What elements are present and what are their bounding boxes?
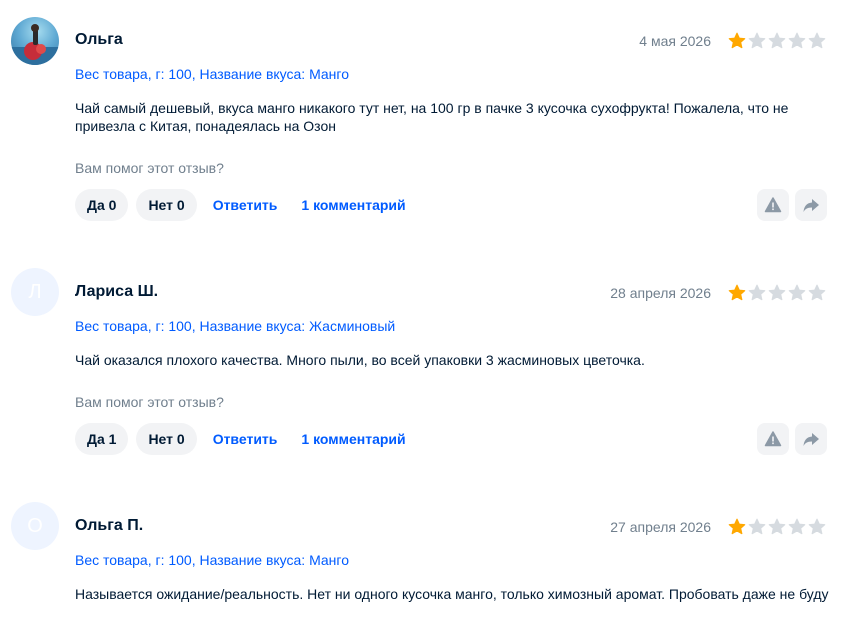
star-empty-icon (768, 518, 786, 535)
star-empty-icon (768, 32, 786, 49)
star-empty-icon (808, 284, 826, 301)
helpful-no-button[interactable]: Нет 0 (136, 189, 197, 221)
reply-button[interactable]: Ответить (205, 197, 286, 213)
reviewer-name[interactable]: Ольга (75, 31, 123, 49)
avatar-letter: О (27, 514, 43, 537)
review-date: 28 апреля 2026 (610, 285, 711, 301)
star-rating (727, 31, 827, 51)
star-empty-icon (748, 32, 766, 49)
review-text: Чай самый дешевый, вкуса манго никакого … (75, 100, 789, 134)
helpful-yes-button[interactable]: Да 0 (75, 189, 129, 221)
product-variant[interactable]: Вес товара, г: 100, Название вкуса: Жасм… (75, 318, 395, 334)
avatar-letter: Л (28, 280, 42, 303)
star-empty-icon (768, 284, 786, 301)
avatar-photo-icon (11, 24, 59, 65)
reviewer-name[interactable]: Лариса Ш. (75, 283, 158, 301)
star-empty-icon (788, 32, 806, 49)
star-empty-icon (808, 32, 826, 49)
share-button[interactable] (795, 423, 827, 455)
helpful-prompt: Вам помог этот отзыв? (75, 160, 224, 176)
review-actions: Да 0 Нет 0 Ответить 1 комментарий (75, 189, 414, 221)
star-empty-icon (748, 518, 766, 535)
helpful-no-button[interactable]: Нет 0 (136, 423, 197, 455)
review-text: Чай оказался плохого качества. Много пыл… (75, 352, 645, 368)
share-arrow-icon (803, 433, 819, 446)
warning-triangle-icon (764, 197, 782, 213)
avatar[interactable]: О (11, 502, 59, 550)
avatar[interactable]: Л (11, 268, 59, 316)
product-variant[interactable]: Вес товара, г: 100, Название вкуса: Манг… (75, 66, 349, 82)
star-rating (727, 283, 827, 303)
comments-link[interactable]: 1 комментарий (293, 197, 413, 213)
star-empty-icon (788, 284, 806, 301)
share-arrow-icon (803, 199, 819, 212)
comments-link[interactable]: 1 комментарий (293, 431, 413, 447)
star-filled-icon (728, 284, 746, 301)
helpful-yes-button[interactable]: Да 1 (75, 423, 129, 455)
review-actions: Да 1 Нет 0 Ответить 1 комментарий (75, 423, 414, 455)
report-button[interactable] (757, 189, 789, 221)
review-date: 27 апреля 2026 (610, 519, 711, 535)
star-rating (727, 517, 827, 537)
star-empty-icon (788, 518, 806, 535)
avatar[interactable] (11, 17, 59, 65)
star-filled-icon (728, 32, 746, 49)
star-empty-icon (748, 284, 766, 301)
warning-triangle-icon (764, 431, 782, 447)
review-date: 4 мая 2026 (639, 33, 711, 49)
star-filled-icon (728, 518, 746, 535)
review-text: Называется ожидание/реальность. Нет ни о… (75, 586, 829, 602)
share-button[interactable] (795, 189, 827, 221)
report-button[interactable] (757, 423, 789, 455)
reply-button[interactable]: Ответить (205, 431, 286, 447)
reviewer-name[interactable]: Ольга П. (75, 517, 143, 535)
product-variant[interactable]: Вес товара, г: 100, Название вкуса: Манг… (75, 552, 349, 568)
helpful-prompt: Вам помог этот отзыв? (75, 394, 224, 410)
star-empty-icon (808, 518, 826, 535)
